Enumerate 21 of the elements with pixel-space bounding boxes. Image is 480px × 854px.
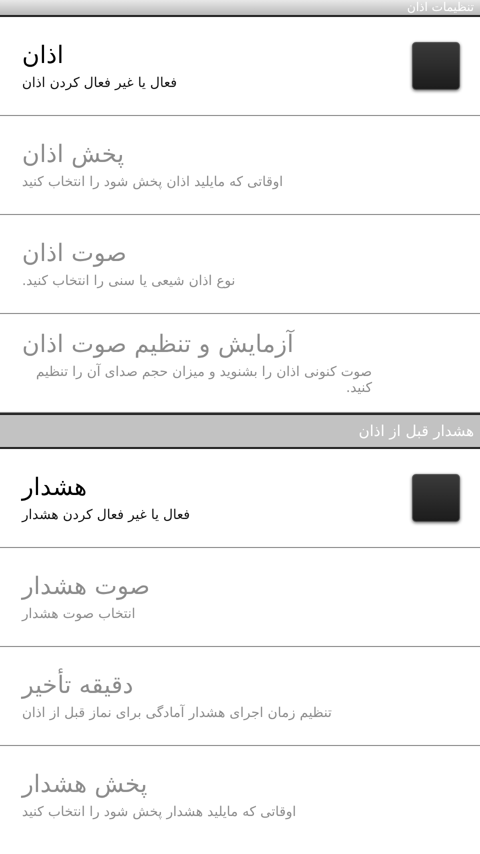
preference-summary: اوقاتی که مایلید هشدار پخش شود را انتخاب کنید (22, 804, 296, 820)
preference-title: هشدار (22, 473, 87, 501)
preference-summary: فعال یا غیر فعال کردن هشدار (22, 507, 190, 523)
preference-title: صوت هشدار (22, 572, 150, 600)
preference-title: پخش هشدار (22, 770, 148, 798)
preference-summary: انتخاب صوت هشدار (22, 606, 136, 622)
section-title: تنظیمات اذان (407, 0, 474, 15)
preference-summary: نوع اذان شیعی یا سنی را انتخاب کنید. (22, 273, 236, 289)
preference-item[interactable]: هشدار فعال یا غیر فعال کردن هشدار (0, 449, 480, 548)
preference-title: پخش اذان (22, 140, 124, 168)
checkbox[interactable] (412, 474, 460, 522)
preference-title: صوت اذان (22, 239, 127, 267)
preference-title: اذان (22, 41, 64, 69)
preference-title: آزمایش و تنظیم صوت اذان (22, 330, 294, 358)
preference-summary: تنظیم زمان اجرای هشدار آمادگی برای نماز قبل از اذان (22, 705, 332, 721)
preference-item[interactable]: اذان فعال یا غیر فعال کردن اذان (0, 17, 480, 116)
checkbox[interactable] (412, 42, 460, 90)
preference-summary: صوت کنونی اذان را بشنوید و میزان حجم صدای آن را تنظیم کنید. (35, 364, 372, 396)
section-title: هشدار قبل از اذان (358, 422, 474, 440)
preference-summary: فعال یا غیر فعال کردن اذان (22, 75, 177, 91)
preference-summary: اوقاتی که مایلید اذان پخش شود را انتخاب کنید (22, 174, 284, 190)
